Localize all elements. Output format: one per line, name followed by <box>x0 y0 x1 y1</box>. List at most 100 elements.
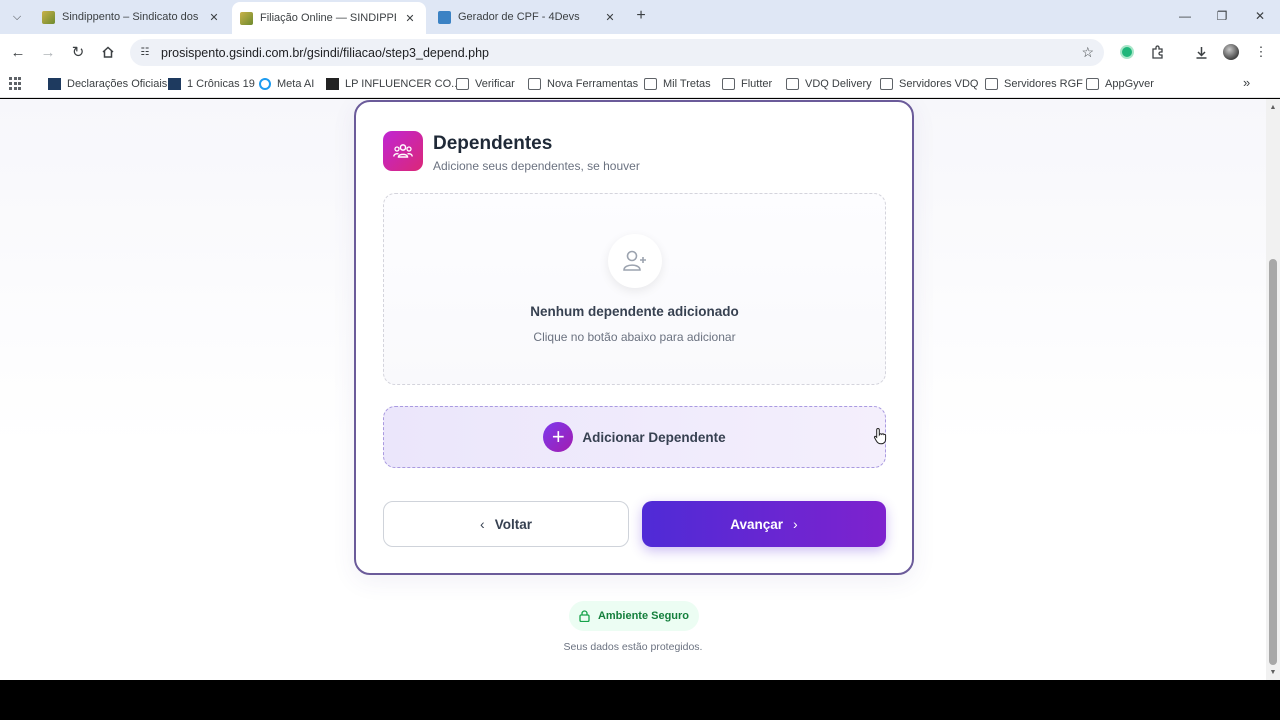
bookmark-cronicas[interactable]: 1 Crônicas 19 <box>168 76 255 92</box>
users-group-icon <box>383 131 423 171</box>
extension-green-icon[interactable] <box>1118 43 1136 61</box>
plus-circle-icon: + <box>543 422 574 452</box>
bookmarks-bar: Declarações Oficiais 1 Crônicas 19 Meta … <box>0 70 1280 98</box>
menu-kebab-icon[interactable]: ⋮ <box>1252 43 1270 61</box>
tab-filiacao-online[interactable]: Filiação Online — SINDIPPEN-T ✕ <box>232 2 426 34</box>
folder-icon <box>722 78 735 90</box>
chevron-left-icon: ‹ <box>480 516 485 532</box>
site-info-icon[interactable]: ☷ <box>138 45 152 59</box>
tab-sindippento[interactable]: Sindippento – Sindicato dos Po ✕ <box>34 4 230 30</box>
minimize-icon[interactable]: — <box>1174 6 1196 26</box>
bookmark-label: VDQ Delivery <box>805 78 872 90</box>
bookmark-star-icon[interactable]: ☆ <box>1081 44 1094 61</box>
bookmark-label: Verificar <box>475 78 515 90</box>
bookmark-mil-tretas[interactable]: Mil Tretas <box>644 76 711 92</box>
sindicato-favicon-icon <box>42 10 55 24</box>
forward-arrow-icon[interactable]: → <box>38 42 58 62</box>
back-arrow-icon[interactable]: ← <box>8 42 28 62</box>
data-protected-note: Seus dados estão protegidos. <box>563 641 703 653</box>
bookmarks-overflow-icon[interactable]: » <box>1243 75 1250 90</box>
bookmark-flutter[interactable]: Flutter <box>722 76 772 92</box>
bookmark-appgyver[interactable]: AppGyver <box>1086 76 1154 92</box>
scroll-down-arrow-icon[interactable]: ▼ <box>1269 668 1277 676</box>
bookmark-label: Servidores RGF <box>1004 78 1083 90</box>
sindicato-favicon-icon <box>240 11 253 25</box>
reload-icon[interactable]: ↻ <box>68 42 88 62</box>
next-button-label: Avançar <box>730 516 784 532</box>
empty-state-title: Nenhum dependente adicionado <box>530 304 739 319</box>
black-bottom-bar <box>0 680 1280 720</box>
restore-icon[interactable]: ❐ <box>1211 6 1233 26</box>
folder-icon <box>985 78 998 90</box>
back-button-label: Voltar <box>494 516 532 532</box>
browser-toolbar: ← → ↻ ☷ prosispento.gsindi.com.br/gsindi… <box>0 34 1280 70</box>
empty-dependents-box: Nenhum dependente adicionado Clique no b… <box>383 193 886 385</box>
new-tab-plus-icon[interactable]: + <box>632 7 650 25</box>
tab-gerador-cpf[interactable]: Gerador de CPF - 4Devs ✕ <box>430 4 626 30</box>
dependents-card: Dependentes Adicione seus dependentes, s… <box>354 100 914 575</box>
close-icon[interactable]: ✕ <box>206 9 222 25</box>
tab-title: Gerador de CPF - 4Devs <box>458 11 580 23</box>
lock-icon <box>579 610 590 622</box>
tab-strip: ⌵ Sindippento – Sindicato dos Po ✕ Filia… <box>0 0 1280 34</box>
bookmark-label: AppGyver <box>1105 78 1154 90</box>
tab-title: Filiação Online — SINDIPPEN-T <box>260 12 396 24</box>
bookmark-servidores-vdq[interactable]: Servidores VDQ <box>880 76 978 92</box>
secure-environment-badge: Ambiente Seguro <box>569 601 699 631</box>
bookmark-label: 1 Crônicas 19 <box>187 78 255 90</box>
chevron-right-icon: › <box>793 516 798 532</box>
bookmark-meta-ai[interactable]: Meta AI <box>259 76 314 92</box>
meta-ai-icon <box>259 78 271 90</box>
section-subtitle: Adicione seus dependentes, se houver <box>433 159 640 173</box>
address-bar[interactable]: ☷ prosispento.gsindi.com.br/gsindi/filia… <box>130 39 1104 66</box>
bookmark-vdq-delivery[interactable]: VDQ Delivery <box>786 76 872 92</box>
bookmark-favicon-icon <box>48 78 61 90</box>
bookmark-label: Declarações Oficiais <box>67 78 168 90</box>
bookmark-label: Flutter <box>741 78 773 90</box>
scroll-up-arrow-icon[interactable]: ▲ <box>1269 103 1277 111</box>
folder-icon <box>880 78 893 90</box>
section-title: Dependentes <box>433 133 553 154</box>
profile-avatar[interactable] <box>1222 43 1240 61</box>
page-viewport: Dependentes Adicione seus dependentes, s… <box>0 99 1266 680</box>
page-scrollbar[interactable]: ▲ ▼ <box>1266 99 1280 680</box>
folder-icon <box>1086 78 1099 90</box>
close-icon[interactable]: ✕ <box>602 9 618 25</box>
add-dependent-label: Adicionar Dependente <box>582 429 726 445</box>
window-close-icon[interactable]: ✕ <box>1249 6 1271 26</box>
folder-icon <box>644 78 657 90</box>
download-icon[interactable] <box>1192 43 1210 61</box>
scrollbar-thumb[interactable] <box>1269 259 1277 665</box>
bookmark-lp-influencer[interactable]: LP INFLUENCER CO... <box>326 76 460 92</box>
bookmark-nova-ferramentas[interactable]: Nova Ferramentas <box>528 76 638 92</box>
user-plus-icon <box>623 250 646 271</box>
bookmark-label: Nova Ferramentas <box>547 78 639 90</box>
empty-state-badge <box>608 234 662 288</box>
tab-search-icon[interactable]: ⌵ <box>6 6 28 28</box>
back-button[interactable]: ‹ Voltar <box>383 501 629 547</box>
bookmark-declaracoes[interactable]: Declarações Oficiais <box>48 76 167 92</box>
folder-icon <box>786 78 799 90</box>
url-text[interactable]: prosispento.gsindi.com.br/gsindi/filiaca… <box>161 46 489 60</box>
bookmark-servidores-rgf[interactable]: Servidores RGF <box>985 76 1083 92</box>
4devs-favicon-icon <box>438 10 451 24</box>
apps-grid-icon[interactable] <box>9 77 23 91</box>
add-dependent-button[interactable]: + Adicionar Dependente <box>383 406 886 468</box>
bookmark-label: Meta AI <box>277 78 315 90</box>
extensions-puzzle-icon[interactable] <box>1148 43 1166 61</box>
bookmark-favicon-icon <box>168 78 181 90</box>
home-icon[interactable] <box>98 42 118 62</box>
empty-state-subtitle: Clique no botão abaixo para adicionar <box>533 330 736 344</box>
bookmark-favicon-icon <box>326 78 339 90</box>
secure-badge-label: Ambiente Seguro <box>597 610 690 622</box>
close-icon[interactable]: ✕ <box>402 10 418 26</box>
bookmark-label: Servidores VDQ <box>899 78 979 90</box>
bookmark-label: Mil Tretas <box>663 78 711 90</box>
next-button[interactable]: Avançar › <box>642 501 886 547</box>
folder-icon <box>456 78 469 90</box>
folder-icon <box>528 78 541 90</box>
hand-pointer-cursor-icon <box>873 427 887 445</box>
bookmark-label: LP INFLUENCER CO... <box>345 78 461 90</box>
tab-title: Sindippento – Sindicato dos Po <box>62 11 200 23</box>
bookmark-verificar[interactable]: Verificar <box>456 76 515 92</box>
